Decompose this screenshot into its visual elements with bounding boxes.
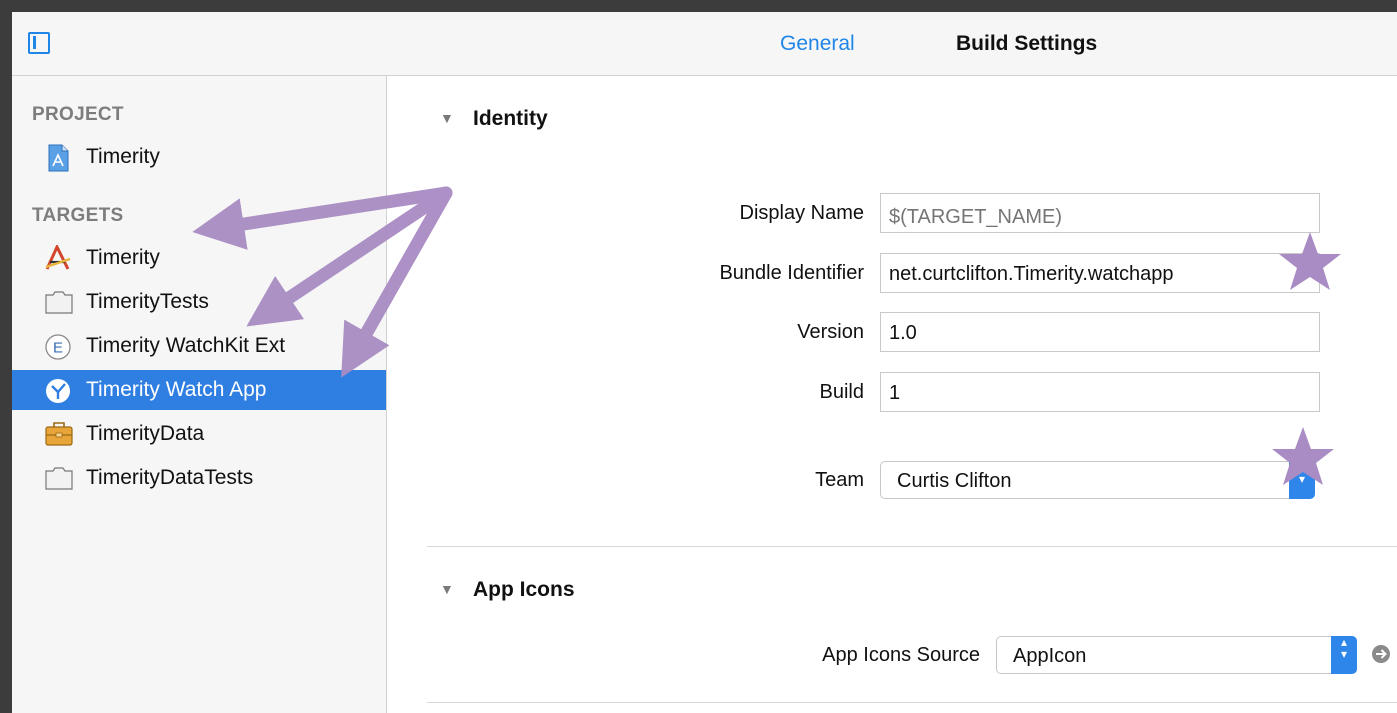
sidebar-item-project-timerity[interactable]: Timerity [12, 137, 386, 177]
version-label: Version [797, 321, 864, 343]
identity-section-title: Identity [473, 107, 548, 130]
popup-chevron-icon: ▴ ▾ [1289, 461, 1315, 499]
targets-section-header: TARGETS [32, 205, 124, 226]
sidebar-item-target-timerity[interactable]: Timerity [12, 238, 386, 278]
sidebar-item-label: Timerity [86, 246, 160, 269]
sidebar-item-target-timeritydatatests[interactable]: TimerityDataTests [12, 458, 386, 498]
sidebar-item-target-watchkit-extension[interactable]: E Timerity WatchKit Ext [12, 326, 386, 366]
test-bundle-icon [44, 289, 73, 315]
team-popup-value: Curtis Clifton [897, 470, 1012, 492]
app-icons-section-title: App Icons [473, 578, 575, 601]
sidebar-item-label: TimerityData [86, 422, 205, 445]
build-label: Build [819, 381, 864, 403]
app-icons-source-value: AppIcon [1013, 645, 1087, 667]
svg-text:E: E [53, 340, 63, 357]
sidebar-item-label: TimerityDataTests [86, 466, 254, 489]
app-icon [44, 243, 72, 271]
test-bundle-icon [44, 465, 73, 491]
disclosure-triangle-icon[interactable]: ▼ [440, 110, 454, 126]
tab-build-settings[interactable]: Build Settings [956, 32, 1097, 56]
app-icons-source-label: App Icons Source [822, 644, 980, 666]
watch-app-icon [44, 377, 72, 403]
team-popup[interactable]: Curtis Clifton ▴ ▾ [880, 461, 1315, 499]
project-editor-window: General Build Settings PROJECT Timerity … [12, 12, 1397, 713]
app-icons-source-popup[interactable]: AppIcon ▴ ▾ [996, 636, 1357, 674]
tab-general[interactable]: General [780, 32, 855, 56]
go-to-arrow-icon[interactable] [1371, 644, 1391, 664]
extension-icon: E [44, 333, 72, 360]
sidebar-item-target-timeritytests[interactable]: TimerityTests [12, 282, 386, 322]
build-field[interactable]: 1 [880, 372, 1320, 412]
section-divider [427, 702, 1397, 703]
display-name-field[interactable] [880, 193, 1320, 233]
sidebar-item-label: TimerityTests [86, 290, 209, 313]
team-label: Team [815, 469, 864, 491]
general-settings-pane: ▼ Identity Display Name Bundle Identifie… [387, 76, 1397, 713]
disclosure-triangle-icon[interactable]: ▼ [440, 581, 454, 597]
sidebar-item-target-timeritydata[interactable]: TimerityData [12, 414, 386, 454]
popup-chevron-icon: ▴ ▾ [1331, 636, 1357, 674]
sidebar-item-label: Timerity WatchKit Ext [86, 334, 286, 357]
project-file-icon [44, 144, 72, 172]
sidebar-item-label: Timerity [86, 145, 160, 168]
sidebar-item-label: Timerity Watch App [86, 378, 267, 401]
section-divider [427, 546, 1397, 547]
project-section-header: PROJECT [32, 104, 124, 125]
sidebar-item-target-watch-app[interactable]: Timerity Watch App [12, 370, 386, 410]
framework-icon [44, 421, 73, 447]
editor-tab-bar: General Build Settings [12, 12, 1397, 76]
display-name-label: Display Name [739, 202, 864, 224]
version-field[interactable]: 1.0 [880, 312, 1320, 352]
sidebar-toggle-icon[interactable] [28, 32, 50, 54]
bundle-identifier-label: Bundle Identifier [719, 262, 864, 284]
bundle-identifier-field[interactable]: net.curtclifton.Timerity.watchapp [880, 253, 1320, 293]
project-target-sidebar: PROJECT Timerity TARGETS Timerity Timeri… [12, 76, 387, 713]
